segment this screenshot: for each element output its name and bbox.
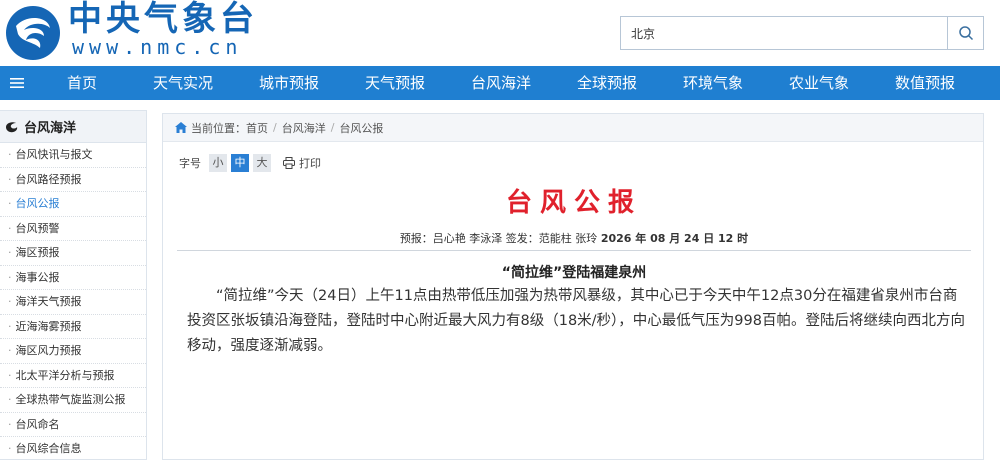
sidebar-list: · 台风快讯与报文 · 台风路径预报 · 台风公报 · 台风预警 · 海区预报 · 海事公报 · 海洋天气… [0,143,146,460]
title-divider [177,250,971,251]
sidebar-item-label: 台风路径预报 [15,172,82,186]
breadcrumb: 当前位置： 首页 / 台风海洋 / 台风公报 [163,114,983,142]
brand-url[interactable]: www.nmc.cn [72,36,242,58]
bullet-icon: · [8,393,12,406]
nav-agriculture[interactable]: 农业气象 [766,66,872,100]
sidebar-item[interactable]: · 台风快讯与报文 [0,143,146,168]
nav-weather-forecast[interactable]: 天气预报 [342,66,448,100]
sidebar-item[interactable]: · 海区预报 [0,241,146,266]
search-input[interactable] [621,17,947,49]
bullet-icon: · [8,417,12,431]
home-icon [175,122,187,133]
document-time: 2026 年 08 月 24 日 12 时 [600,232,749,245]
sidebar-item-label: 台风快讯与报文 [15,148,93,161]
bullet-icon: · [8,442,12,455]
main-nav: 首页 天气实况 城市预报 天气预报 台风海洋 全球预报 环境气象 农业气象 数值… [0,66,1000,100]
nav-numerical-forecast[interactable]: 数值预报 [872,66,978,100]
nav-home[interactable]: 首页 [34,66,130,100]
nav-city-forecast[interactable]: 城市预报 [236,66,342,100]
document-body: “简拉维”今天（24日）上午11点由热带低压加强为热带风暴级，其中心已于今天中午… [187,288,965,354]
sidebar-item[interactable]: · 北太平洋分析与预报 [0,364,146,388]
sidebar-item-label: 海区风力预报 [15,344,82,357]
sidebar-item[interactable]: · 近海海雾预报 [0,315,146,339]
sidebar-item-label: 北太平洋分析与预报 [15,368,115,382]
sidebar-item-label: 海洋天气预报 [15,295,82,308]
search-box [620,16,984,50]
search-button[interactable] [947,17,983,49]
print-label: 打印 [299,157,321,170]
document-title: 台风公报 [505,188,642,218]
site-header: 中央气象台 www.nmc.cn [0,0,1000,66]
typhoon-icon [6,121,18,132]
print-icon [283,157,295,169]
sidebar-item-label: 台风综合信息 [15,442,82,455]
sidebar-item-label: 台风命名 [15,417,60,431]
breadcrumb-prefix: 当前位置： [191,121,246,135]
sidebar-item[interactable]: · 台风公报 [0,192,146,217]
sidebar-header: 台风海洋 [0,111,146,143]
sidebar-item-label: 海区预报 [15,246,60,259]
nav-global-forecast[interactable]: 全球预报 [554,66,660,100]
bullet-icon: · [8,295,12,308]
bullet-icon: · [8,368,12,382]
font-size-small-button[interactable]: 小 [209,154,227,172]
bullet-icon: · [8,344,12,357]
breadcrumb-typhoon-ocean[interactable]: 台风海洋 [282,120,326,136]
sidebar-item[interactable]: · 台风命名 [0,413,146,437]
sidebar-item-label: 海事公报 [15,270,60,284]
print-button[interactable]: 打印 [283,155,321,171]
bullet-icon: · [8,197,12,210]
bullet-icon: · [8,148,12,161]
breadcrumb-home[interactable]: 首页 [246,120,268,136]
sidebar-item[interactable]: · 台风综合信息 [0,437,146,460]
bullet-icon: · [8,319,12,333]
sidebar-item[interactable]: · 台风预警 [0,217,146,241]
bullet-icon: · [8,172,12,186]
font-size-label: 字号 [179,157,201,170]
nav-typhoon-ocean[interactable]: 台风海洋 [448,66,554,100]
font-size-large-button[interactable]: 大 [253,154,271,172]
sidebar: 台风海洋 · 台风快讯与报文 · 台风路径预报 · 台风公报 · 台风预警 · 海区预报 · 海事公报… [0,110,147,460]
sidebar-item-label: 台风公报 [15,197,60,210]
search-icon [958,26,973,41]
breadcrumb-separator: / [273,121,277,134]
bullet-icon: · [8,221,12,235]
sidebar-item-label: 近海海雾预报 [15,319,82,333]
bullet-icon: · [8,270,12,284]
sidebar-item[interactable]: · 台风路径预报 [0,168,146,192]
sidebar-item[interactable]: · 海事公报 [0,266,146,290]
sidebar-item[interactable]: · 海洋天气预报 [0,290,146,315]
breadcrumb-separator: / [330,121,335,134]
menu-icon [10,78,24,88]
sidebar-item[interactable]: · 海区风力预报 [0,339,146,364]
article-panel: 当前位置： 首页 / 台风海洋 / 台风公报 字号 小 中 大 打印 台风公报 … [162,113,984,460]
nav-weather-observation[interactable]: 天气实况 [130,66,236,100]
bullet-icon: · [8,246,12,259]
cma-logo-icon[interactable] [4,4,62,62]
document-authors: 预报：吕心艳 李泳泽 签发：范能柱 张玲 [399,232,598,245]
document-meta: 预报：吕心艳 李泳泽 签发：范能柱 张玲 2026 年 08 月 24 日 12… [163,230,985,246]
font-size-tools: 字号 小 中 大 打印 [179,154,321,172]
breadcrumb-current: 台风公报 [339,121,384,135]
sidebar-item[interactable]: · 全球热带气旋监测公报 [0,388,146,413]
brand-name[interactable]: 中央气象台 [68,0,258,38]
document-headline: “简拉维”登陆福建泉州 [501,265,647,281]
sidebar-title: 台风海洋 [24,121,77,136]
sidebar-item-label: 台风预警 [15,221,60,235]
menu-button[interactable] [0,66,34,100]
sidebar-item-label: 全球热带气旋监测公报 [15,393,126,406]
nav-environment[interactable]: 环境气象 [660,66,766,100]
font-size-medium-button[interactable]: 中 [231,154,249,172]
